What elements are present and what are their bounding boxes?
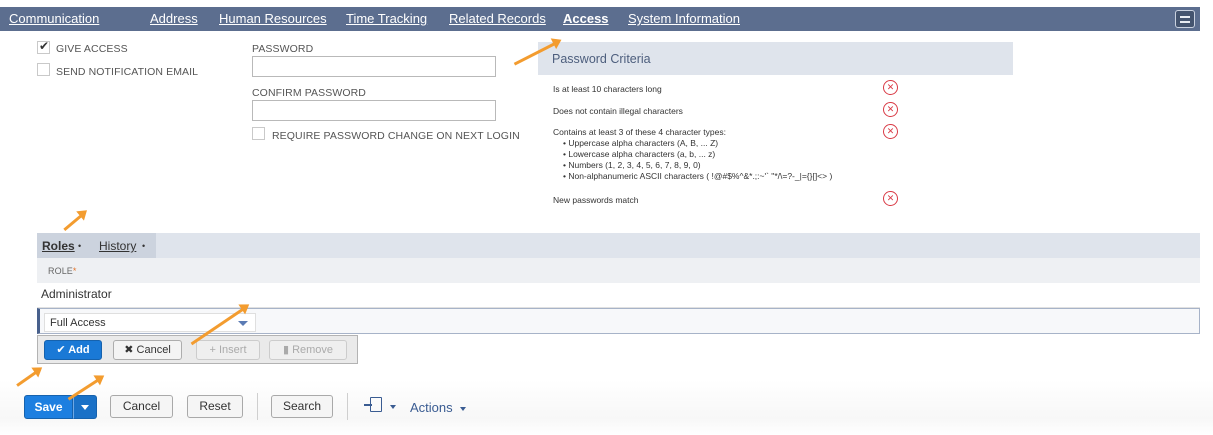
search-button[interactable]: Search xyxy=(271,395,333,418)
tab-communication[interactable]: Communication xyxy=(9,11,99,26)
actions-menu[interactable]: Actions xyxy=(410,400,453,415)
password-label: PASSWORD xyxy=(252,43,314,55)
cancel-button[interactable]: Cancel xyxy=(110,395,173,418)
roles-column-header: ROLE* xyxy=(37,258,1200,283)
password-criteria-header: Password Criteria xyxy=(538,42,1013,75)
subtab-bar: Roles • History • xyxy=(37,233,1200,258)
chevron-down-icon[interactable] xyxy=(390,405,396,409)
confirm-password-label: CONFIRM PASSWORD xyxy=(252,87,366,99)
send-notification-checkbox[interactable] xyxy=(37,63,50,76)
plus-icon: + xyxy=(209,344,219,356)
table-row[interactable]: Administrator xyxy=(37,283,1200,308)
password-field[interactable] xyxy=(252,56,496,77)
password-criteria-title: Password Criteria xyxy=(552,52,651,66)
remove-button-label: Remove xyxy=(292,344,334,356)
required-marker: * xyxy=(72,266,77,276)
x-icon: ✖ xyxy=(124,344,137,356)
chevron-down-icon xyxy=(460,407,466,411)
cancel-line-button[interactable]: ✖ Cancel xyxy=(113,340,182,360)
x-circle-icon: ✕ xyxy=(883,191,898,206)
tab-time-tracking[interactable]: Time Tracking xyxy=(346,11,427,26)
tab-address[interactable]: Address xyxy=(150,11,198,26)
cancel-line-label: Cancel xyxy=(136,344,171,356)
x-circle-icon: ✕ xyxy=(883,102,898,117)
x-circle-icon: ✕ xyxy=(883,124,898,139)
x-circle-icon: ✕ xyxy=(883,80,898,95)
give-access-label: GIVE ACCESS xyxy=(56,43,128,55)
check-icon: ✔ xyxy=(56,344,69,356)
toolbar-divider xyxy=(257,393,258,420)
subtab-roles-dot: • xyxy=(78,241,82,251)
insert-button-label: Insert xyxy=(218,344,247,356)
criteria-numbers: • Numbers (1, 2, 3, 4, 5, 6, 7, 8, 9, 0) xyxy=(563,160,701,170)
role-column-label: ROLE* xyxy=(48,266,77,276)
tab-access[interactable]: Access xyxy=(563,11,609,26)
toolbar-divider xyxy=(347,393,348,420)
confirm-password-field[interactable] xyxy=(252,100,496,121)
chevron-down-icon xyxy=(238,321,248,326)
new-document-icon[interactable] xyxy=(364,397,382,412)
criteria-non-alphanumeric: • Non-alphanumeric ASCII characters ( !@… xyxy=(563,171,833,181)
criteria-lowercase: • Lowercase alpha characters (a, b, ... … xyxy=(563,149,716,159)
annotation-arrow xyxy=(63,211,86,232)
require-password-change-checkbox[interactable] xyxy=(252,127,265,140)
footer-toolbar xyxy=(0,380,1213,435)
subtab-history-dot: • xyxy=(142,241,146,251)
criteria-uppercase: • Uppercase alpha characters (A, B, ... … xyxy=(563,138,719,148)
add-button-label: Add xyxy=(68,344,90,356)
record-tab-bar: Communication Address Human Resources Ti… xyxy=(0,7,1200,31)
add-button[interactable]: ✔ Add xyxy=(44,340,102,360)
criteria-illegal-chars: Does not contain illegal characters xyxy=(553,106,683,116)
criteria-passwords-match: New passwords match xyxy=(553,195,639,205)
criteria-length: Is at least 10 characters long xyxy=(553,84,662,94)
subtab-roles[interactable]: Roles xyxy=(42,239,75,253)
save-button[interactable]: Save xyxy=(24,395,73,419)
remove-button[interactable]: ▮ Remove xyxy=(269,340,347,360)
require-password-change-label: REQUIRE PASSWORD CHANGE ON NEXT LOGIN xyxy=(272,130,520,142)
criteria-char-types: Contains at least 3 of these 4 character… xyxy=(553,127,726,137)
trash-icon: ▮ xyxy=(282,344,293,356)
hamburger-menu-icon[interactable] xyxy=(1175,10,1195,28)
subtab-history[interactable]: History xyxy=(99,239,136,253)
send-notification-label: SEND NOTIFICATION EMAIL xyxy=(56,66,199,78)
role-select-value: Full Access xyxy=(50,317,106,329)
insert-button[interactable]: + Insert xyxy=(196,340,260,360)
reset-button[interactable]: Reset xyxy=(187,395,243,418)
save-options-chevron-icon[interactable] xyxy=(73,395,97,419)
give-access-checkbox[interactable] xyxy=(37,39,50,54)
tab-system-information[interactable]: System Information xyxy=(628,11,740,26)
tab-human-resources[interactable]: Human Resources xyxy=(219,11,327,26)
tab-related-records[interactable]: Related Records xyxy=(449,11,546,26)
role-cell: Administrator xyxy=(41,287,112,301)
